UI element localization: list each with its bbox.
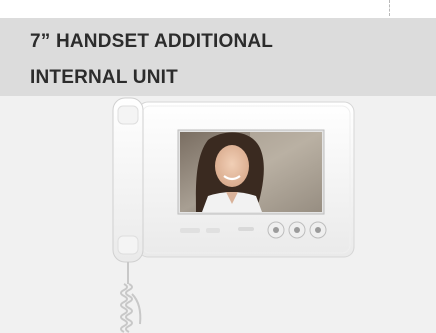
product-image (0, 96, 436, 333)
button-3[interactable] (309, 221, 327, 239)
coiled-cord (120, 262, 142, 333)
handset (112, 97, 144, 263)
button-2[interactable] (288, 221, 306, 239)
dotted-guide-line (389, 0, 390, 16)
top-strip (0, 0, 436, 18)
monitor-screen (177, 129, 325, 215)
button-1[interactable] (267, 221, 285, 239)
title-block: 7” HANDSET ADDITIONAL INTERNAL UNIT (0, 18, 436, 96)
title-line-2: INTERNAL UNIT (30, 67, 178, 88)
title-line-1: 7” HANDSET ADDITIONAL (30, 31, 274, 52)
